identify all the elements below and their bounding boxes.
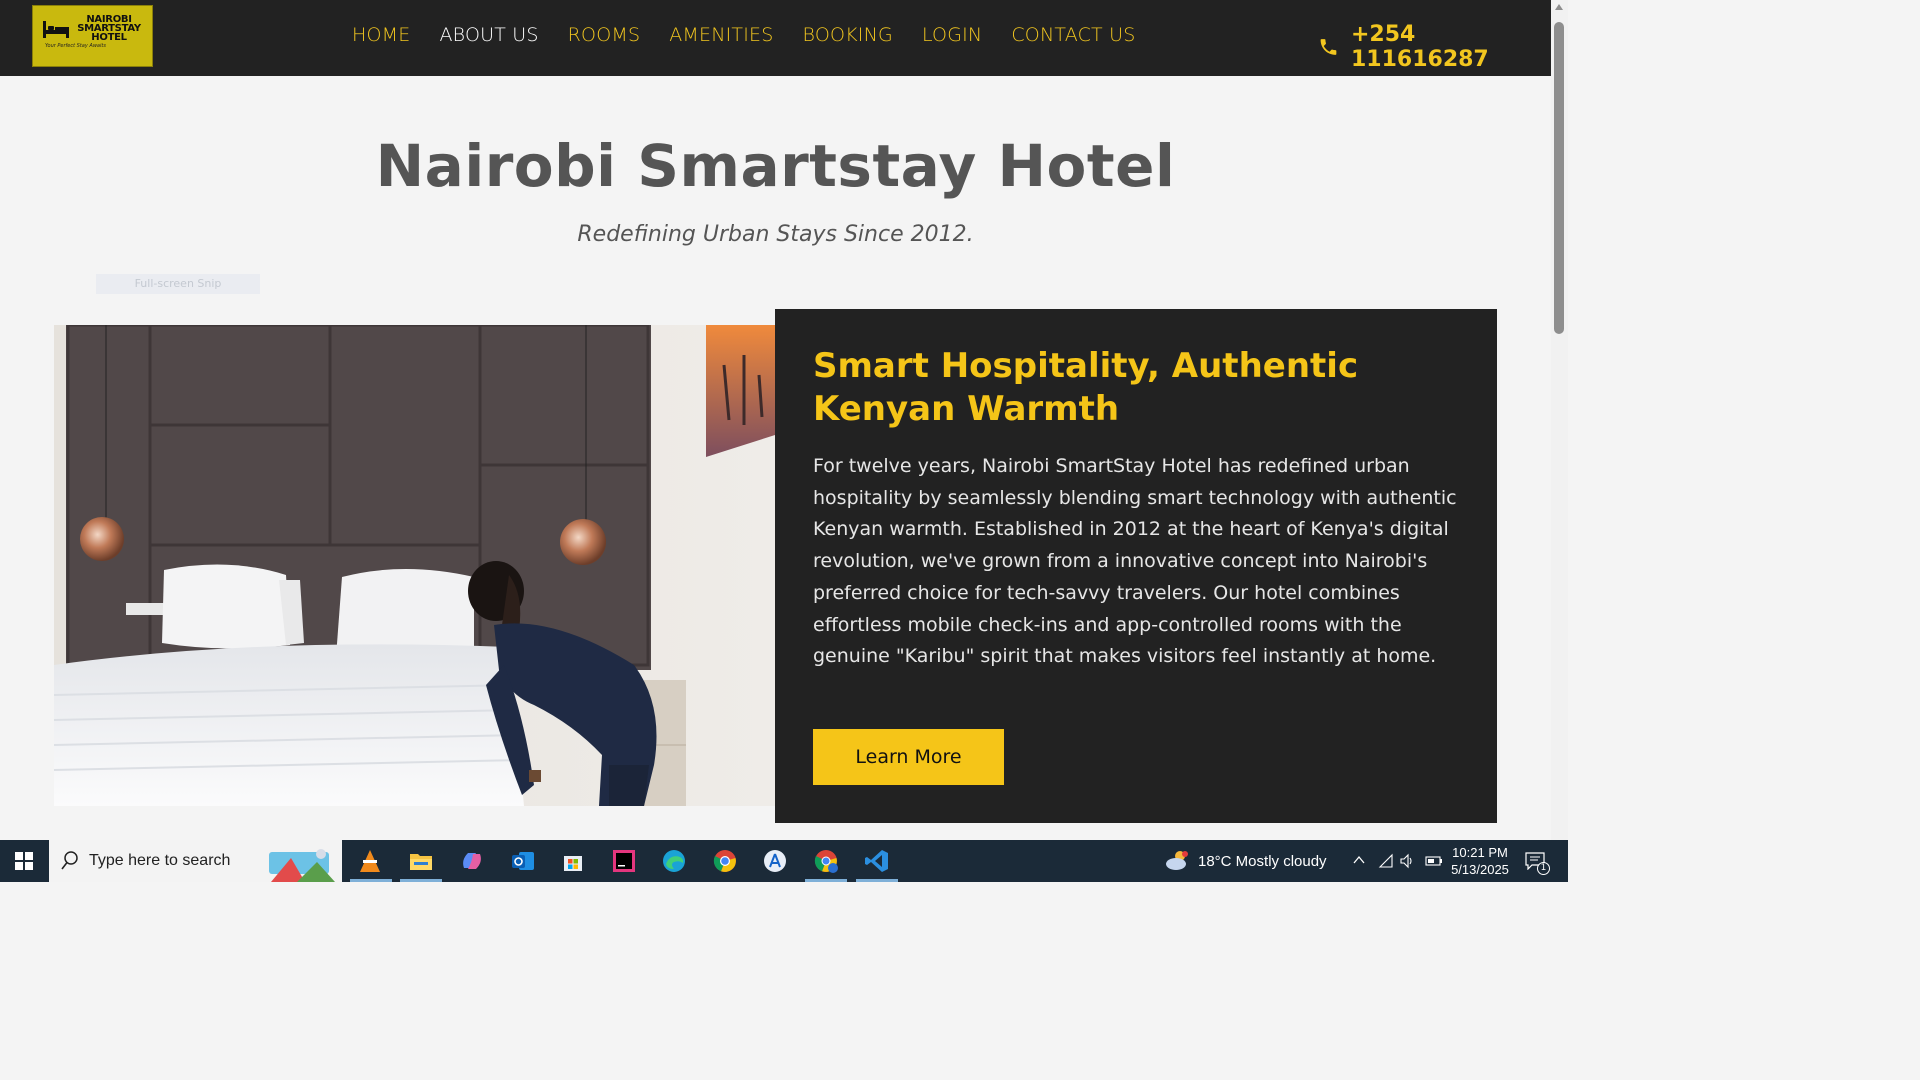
chrome-icon[interactable] bbox=[712, 848, 738, 874]
taskbar-clock[interactable]: 10:21 PM 5/13/2025 bbox=[1446, 844, 1514, 878]
vlc-icon[interactable] bbox=[357, 848, 383, 874]
vlc-active-indicator bbox=[350, 879, 392, 882]
scrollbar-thumb[interactable] bbox=[1554, 22, 1564, 334]
microsoft-store-icon[interactable] bbox=[560, 848, 586, 874]
windows-start-icon[interactable] bbox=[15, 852, 33, 870]
learn-more-button[interactable]: Learn More bbox=[813, 729, 1004, 785]
weather-widget[interactable]: 18°C Mostly cloudy bbox=[1164, 850, 1327, 872]
search-highlight-illustration-icon bbox=[269, 849, 335, 882]
top-nav-bar: NAIROBI SMARTSTAY HOTEL Your Perfect Sta… bbox=[0, 0, 1551, 76]
network-icon[interactable] bbox=[1378, 853, 1394, 869]
scroll-up-arrow-icon[interactable] bbox=[1555, 4, 1563, 10]
nav-rooms[interactable]: ROOMS bbox=[568, 24, 641, 46]
housekeeper-making-bed-image bbox=[54, 325, 775, 806]
cloudy-weather-icon bbox=[1166, 851, 1188, 870]
page-subtitle: Redefining Urban Stays Since 2012. bbox=[577, 222, 974, 247]
snip-overlay-label: Full-screen Snip bbox=[96, 274, 260, 294]
search-placeholder: Type here to search bbox=[89, 852, 231, 869]
room-photo bbox=[54, 325, 775, 806]
windows-taskbar: Type here to search 18°C Mostly cloudy 1… bbox=[0, 840, 1568, 882]
vscode-active-indicator bbox=[856, 879, 898, 882]
edge-icon[interactable] bbox=[661, 848, 687, 874]
chrome-profile-icon[interactable] bbox=[813, 848, 839, 874]
volume-icon[interactable] bbox=[1399, 853, 1415, 869]
bed-icon bbox=[43, 21, 69, 38]
page-title: Nairobi Smartstay Hotel bbox=[375, 132, 1176, 200]
nav-booking[interactable]: BOOKING bbox=[803, 24, 893, 46]
about-body: For twelve years, Nairobi SmartStay Hote… bbox=[813, 455, 1457, 668]
taskbar-search[interactable]: Type here to search bbox=[49, 840, 342, 882]
logo-tagline: Your Perfect Stay Awaits bbox=[45, 43, 106, 49]
phone-number: +254 111616287 bbox=[1350, 22, 1489, 72]
phone-contact[interactable]: +254 111616287 bbox=[1318, 22, 1551, 72]
intellij-icon[interactable] bbox=[611, 848, 637, 874]
explorer-active-indicator bbox=[400, 879, 442, 882]
page-scrollbar[interactable] bbox=[1551, 0, 1568, 840]
notification-center[interactable]: 1 bbox=[1525, 852, 1550, 875]
nav-contact-us[interactable]: CONTACT US bbox=[1011, 24, 1135, 46]
hotel-logo[interactable]: NAIROBI SMARTSTAY HOTEL Your Perfect Sta… bbox=[32, 5, 153, 67]
nav-login[interactable]: LOGIN bbox=[922, 24, 982, 46]
main-nav: HOME ABOUT US ROOMS AMENITIES BOOKING LO… bbox=[352, 24, 1164, 46]
clock-time: 10:21 PM bbox=[1452, 845, 1508, 860]
chrome-active-indicator bbox=[805, 879, 847, 882]
battery-icon[interactable] bbox=[1425, 853, 1443, 869]
about-heading: Smart Hospitality, Authentic Kenyan Warm… bbox=[813, 346, 1359, 429]
chevron-up-icon[interactable] bbox=[1352, 853, 1366, 867]
notification-count-badge: 1 bbox=[1537, 862, 1550, 875]
nav-amenities[interactable]: AMENITIES bbox=[669, 24, 773, 46]
phone-icon bbox=[1320, 39, 1337, 55]
outlook-icon[interactable] bbox=[510, 848, 536, 874]
nav-about-us[interactable]: ABOUT US bbox=[439, 24, 538, 46]
about-panel: Smart Hospitality, Authentic Kenyan Warm… bbox=[775, 309, 1497, 823]
nav-home[interactable]: HOME bbox=[352, 24, 410, 46]
clock-date: 5/13/2025 bbox=[1451, 862, 1509, 877]
vscode-icon[interactable] bbox=[864, 848, 890, 874]
logo-text: NAIROBI SMARTSTAY HOTEL bbox=[77, 14, 141, 43]
app-store-icon[interactable] bbox=[762, 848, 788, 874]
copilot-icon[interactable] bbox=[459, 848, 485, 874]
file-explorer-icon[interactable] bbox=[408, 848, 434, 874]
search-icon bbox=[61, 851, 78, 870]
weather-text: 18°C Mostly cloudy bbox=[1198, 852, 1327, 870]
